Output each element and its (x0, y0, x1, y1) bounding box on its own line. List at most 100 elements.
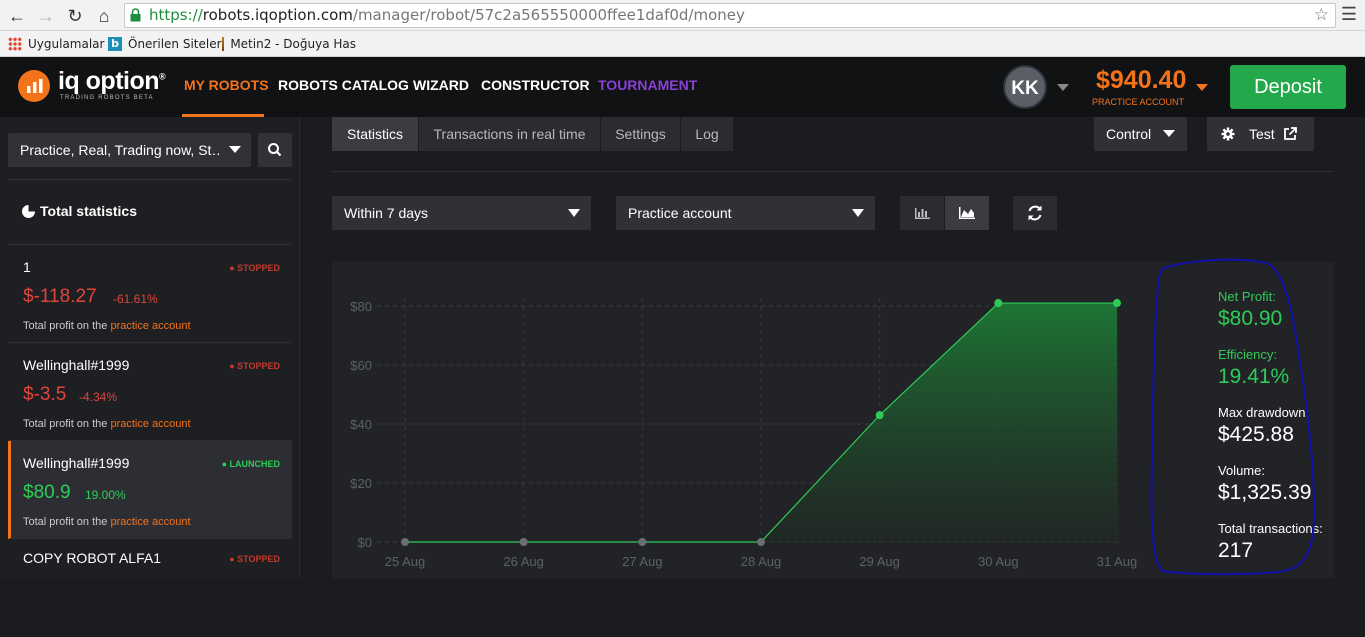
status-badge: ● STOPPED (229, 263, 280, 273)
bookmark-label: Metin2 - Doğuya Has (230, 37, 356, 51)
filter-chevron-down-icon[interactable] (229, 146, 241, 153)
area-chart-toggle[interactable] (945, 196, 989, 230)
tab-statistics[interactable]: Statistics (332, 117, 418, 151)
x-tick-label: 29 Aug (859, 554, 900, 569)
data-point (1113, 299, 1121, 308)
balance-account-type: PRACTICE ACCOUNT (1092, 97, 1185, 107)
robot-name: COPY ROBOT ALFA1 (23, 550, 161, 566)
status-badge: ● STOPPED (229, 554, 280, 564)
total-statistics-link[interactable]: Total statistics (22, 203, 137, 219)
balance-chevron-down-icon[interactable] (1196, 84, 1208, 91)
nav-wizard[interactable]: WIZARD (413, 77, 469, 93)
nav-my-robots[interactable]: MY ROBOTS (184, 77, 269, 93)
y-tick-label: $20 (350, 476, 372, 491)
sidebar-divider (8, 179, 292, 180)
balance-value[interactable]: $940.40 (1096, 66, 1186, 95)
y-tick-label: $80 (350, 299, 372, 314)
tab-log[interactable]: Log (681, 117, 733, 151)
bar-chart-toggle[interactable] (900, 196, 944, 230)
bookmark-label: Uygulamalar (28, 37, 105, 51)
home-icon[interactable]: ⌂ (93, 5, 115, 27)
robot-filter-select[interactable]: Practice, Real, Trading now, St… (8, 133, 251, 167)
robot-profit-percent: -61.61% (113, 292, 158, 306)
data-point (401, 538, 409, 546)
robot-card[interactable]: 1 ● STOPPED $-118.27 -61.61% Total profi… (8, 245, 292, 343)
x-tick-label: 27 Aug (622, 554, 663, 569)
data-point (994, 299, 1003, 308)
robot-card-selected[interactable]: Wellinghall#1999 ● LAUNCHED $80.9 19.00%… (8, 441, 292, 539)
reload-icon[interactable]: ↻ (64, 5, 86, 27)
robot-name: 1 (23, 259, 31, 275)
robot-profit-value: $-118.27 (23, 286, 97, 307)
refresh-button[interactable] (1013, 196, 1057, 230)
url-scheme: https:// (149, 6, 203, 24)
x-tick-label: 25 Aug (385, 554, 426, 569)
robot-profit-value: $-3.5 (23, 384, 67, 405)
lock-icon (130, 8, 141, 22)
x-tick-label: 30 Aug (978, 554, 1019, 569)
data-point (875, 411, 884, 420)
robot-footer: Total profit on the practice account (23, 418, 191, 430)
browser-menu-icon[interactable]: ☰ (1341, 4, 1357, 25)
bookmark-apps[interactable]: Uygulamalar (8, 35, 104, 53)
y-tick-label: $0 (358, 535, 372, 550)
robot-profit-value: $80.9 (23, 482, 71, 503)
logo-text[interactable]: iq option® (58, 67, 166, 96)
nav-tournament[interactable]: TOURNAMENT (598, 77, 697, 93)
nav-constructor[interactable]: CONSTRUCTOR (481, 77, 590, 93)
robot-card[interactable]: COPY ROBOT ALFA1 ● STOPPED (8, 539, 292, 637)
bookmark-metin2[interactable]: Metin2 - Doğuya Has (222, 35, 356, 53)
account-value: Practice account (628, 205, 732, 221)
main-divider (332, 171, 1334, 172)
filter-value: Practice, Real, Trading now, St… (20, 142, 220, 158)
robot-footer: Total profit on the practice account (23, 516, 191, 528)
x-tick-label: 28 Aug (741, 554, 782, 569)
robot-name: Wellinghall#1999 (23, 455, 130, 471)
robot-profit-percent: 19.00% (85, 488, 126, 502)
browser-toolbar: ← → ↻ ⌂ https://robots.iqoption.com/mana… (0, 0, 1365, 31)
y-tick-label: $40 (350, 417, 372, 432)
pie-chart-icon (22, 204, 35, 218)
bookmark-star-icon[interactable]: ☆ (1314, 4, 1329, 27)
test-button[interactable]: Test (1207, 117, 1314, 151)
x-tick-label: 26 Aug (503, 554, 544, 569)
annotation-outline (1150, 258, 1316, 576)
period-chevron-down-icon[interactable] (568, 209, 580, 217)
bar-chart-icon (915, 208, 930, 219)
period-select[interactable]: Within 7 days (332, 196, 591, 230)
y-tick-label: $60 (350, 358, 372, 373)
profit-area-chart: $0 $20 $40 $60 $80 25 Aug 26 Aug 27 Aug 28 Aug 29… (350, 298, 1138, 569)
app-header: iq option® TRADING ROBOTS BETA MY ROBOTS… (0, 57, 1365, 117)
url-path: /manager/robot/57c2a565550000ffee1daf0d/… (352, 6, 745, 24)
bookmark-suggested-sites[interactable]: b Önerilen Siteler (108, 35, 222, 53)
robot-name: Wellinghall#1999 (23, 357, 130, 373)
tab-transactions-real-time[interactable]: Transactions in real time (419, 117, 600, 151)
x-tick-label: 31 Aug (1097, 554, 1138, 569)
tab-settings[interactable]: Settings (601, 117, 680, 151)
test-label: Test (1249, 126, 1275, 142)
deposit-button[interactable]: Deposit (1230, 65, 1346, 109)
back-icon[interactable]: ← (6, 5, 28, 27)
gear-icon (1221, 127, 1235, 141)
status-badge: ● LAUNCHED (221, 459, 280, 469)
account-select[interactable]: Practice account (616, 196, 875, 230)
search-button[interactable] (258, 133, 292, 167)
period-value: Within 7 days (344, 205, 429, 221)
account-chevron-down-icon[interactable] (852, 209, 864, 217)
nav-robots-catalog[interactable]: ROBOTS CATALOG (278, 77, 409, 93)
status-badge: ● STOPPED (229, 361, 280, 371)
control-label: Control (1106, 126, 1152, 142)
data-point (519, 538, 528, 546)
data-point (757, 538, 765, 546)
avatar[interactable]: KK (1003, 65, 1047, 109)
address-bar[interactable]: https://robots.iqoption.com/manager/robo… (124, 3, 1336, 28)
forward-icon[interactable]: → (35, 5, 57, 27)
robot-footer: Total profit on the practice account (23, 320, 191, 332)
url-text: https://robots.iqoption.com/manager/robo… (149, 4, 745, 27)
total-statistics-label: Total statistics (40, 203, 137, 219)
control-chevron-down-icon[interactable] (1163, 130, 1175, 137)
robot-card[interactable]: Wellinghall#1999 ● STOPPED $-3.5 -4.34% … (8, 343, 292, 441)
avatar-chevron-down-icon[interactable] (1057, 84, 1069, 91)
bookmark-label: Önerilen Siteler (128, 37, 222, 51)
robots-sidebar: Practice, Real, Trading now, St… Total s… (0, 117, 300, 578)
